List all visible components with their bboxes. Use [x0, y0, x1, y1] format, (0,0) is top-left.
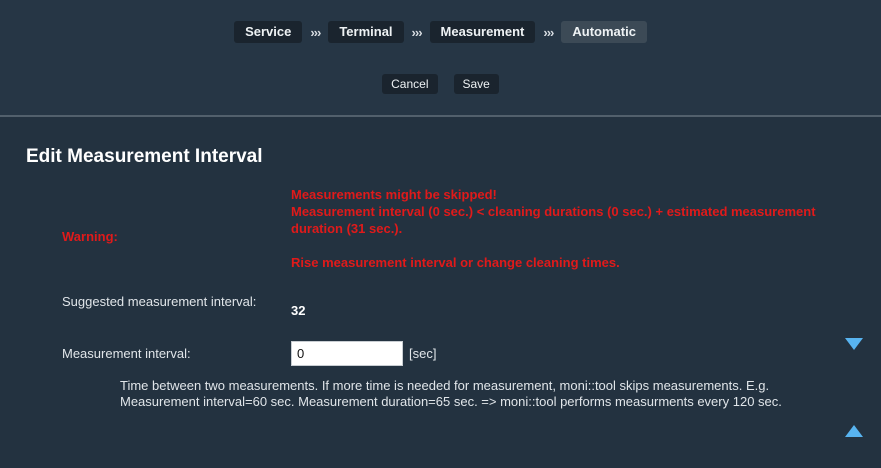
warning-label: Warning:: [62, 229, 118, 244]
breadcrumb-separator-icon: ›››: [543, 24, 554, 40]
warning-message: Measurements might be skipped! Measureme…: [291, 186, 851, 271]
breadcrumb-separator-icon: ›››: [411, 24, 423, 40]
measurement-interval-label: Measurement interval:: [62, 346, 191, 361]
warning-spacer: [291, 237, 851, 254]
breadcrumb-terminal[interactable]: Terminal: [328, 21, 404, 43]
breadcrumb-service[interactable]: Service: [234, 21, 303, 43]
save-button[interactable]: Save: [453, 74, 499, 94]
triangle-down-icon[interactable]: [845, 338, 863, 350]
help-text: Time between two measurements. If more t…: [120, 378, 782, 409]
warning-line-skipped: Measurements might be skipped!: [291, 187, 497, 202]
triangle-up-icon[interactable]: [845, 425, 863, 437]
header-divider: [0, 115, 881, 117]
action-bar: Cancel Save: [0, 74, 881, 94]
breadcrumb-separator-icon: ›››: [310, 24, 321, 40]
suggested-interval-label: Suggested measurement interval:: [62, 294, 257, 309]
header-bar: [0, 0, 881, 115]
measurement-interval-input[interactable]: [291, 341, 403, 366]
interval-unit: [sec]: [409, 346, 437, 361]
breadcrumb: Service ››› Terminal ››› Measurement ›››…: [0, 21, 881, 43]
suggested-interval-value: 32: [291, 303, 306, 318]
page-title: Edit Measurement Interval: [26, 146, 263, 167]
cancel-button[interactable]: Cancel: [382, 74, 438, 94]
breadcrumb-automatic[interactable]: Automatic: [561, 21, 647, 43]
breadcrumb-measurement[interactable]: Measurement: [429, 21, 536, 43]
warning-line-detail: Measurement interval (0 sec.) < cleaning…: [291, 204, 816, 236]
warning-line-advice: Rise measurement interval or change clea…: [291, 255, 620, 270]
